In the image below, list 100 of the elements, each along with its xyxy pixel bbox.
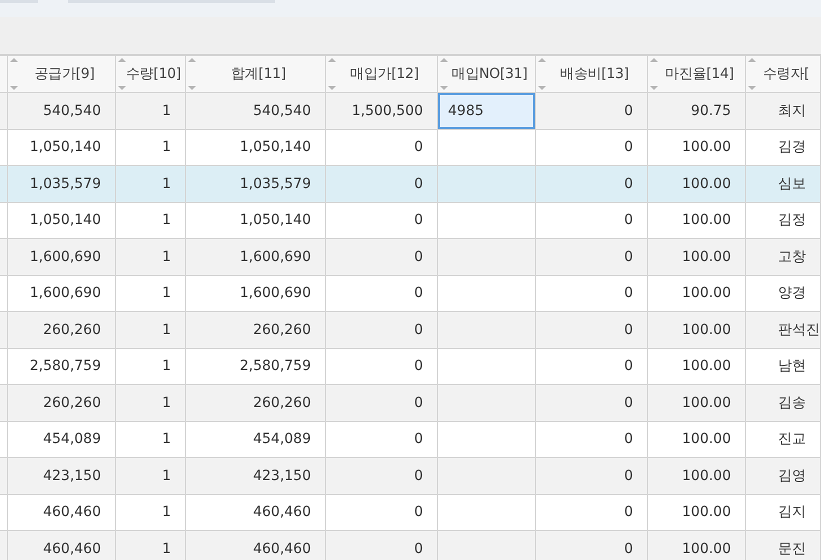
table-cell: 김지 <box>746 494 821 530</box>
table-cell: 0 <box>536 458 648 494</box>
table-row[interactable]: 260,260 1 260,260 0 0 100.00 김송 <box>0 385 821 422</box>
table-cell: 김경 <box>746 130 821 165</box>
table-cell: 2,580,759 <box>186 348 326 384</box>
table-cell: 1,600,690 <box>186 239 326 274</box>
table-cell: 1,050,140 <box>186 202 326 238</box>
table-cell: 0 <box>326 166 438 202</box>
table-cell: 0 <box>536 93 648 128</box>
table-cell: 260,260 <box>186 312 326 348</box>
table-row[interactable]: 423,150 1 423,150 0 0 100.00 김영 <box>0 458 821 494</box>
table-cell: 0 <box>326 348 438 384</box>
sort-arrows-icon[interactable] <box>118 57 126 91</box>
table-row[interactable]: 454,089 1 454,089 0 0 100.00 진교 <box>0 422 821 458</box>
table-cell: 1 <box>116 130 186 165</box>
table-cell: 진교 <box>746 422 821 457</box>
table-cell: 0 <box>326 312 438 348</box>
column-header[interactable]: 공급가[9] <box>8 56 116 92</box>
table-cell: 100.00 <box>648 276 746 311</box>
table-cell: 1,050,140 <box>8 202 116 238</box>
table-cell: 100.00 <box>648 531 746 560</box>
table-cell: 0 <box>326 494 438 530</box>
table-cell: 540,540 <box>186 93 326 128</box>
sort-arrows-icon[interactable] <box>328 57 336 91</box>
table-cell: 판석진 <box>746 312 821 348</box>
table-cell: 0 <box>536 531 648 560</box>
table-cell: 1 <box>116 458 186 494</box>
table-cell: 1 <box>116 422 186 457</box>
table-cell: 양경 <box>746 276 821 311</box>
table-cell: 260,260 <box>8 312 116 348</box>
sort-arrows-icon[interactable] <box>188 57 196 91</box>
table-cell: 100.00 <box>648 348 746 384</box>
table-cell: 0 <box>536 239 648 274</box>
table-row[interactable]: 2,580,759 1 2,580,759 0 0 100.00 남현 <box>0 348 821 385</box>
table-row[interactable]: 1,050,140 1 1,050,140 0 0 100.00 김경 <box>0 130 821 166</box>
table-cell: 심보 <box>746 166 821 202</box>
table-row[interactable]: 1,050,140 1 1,050,140 0 0 100.00 김정 <box>0 202 821 239</box>
table-cell: 1,600,690 <box>186 276 326 311</box>
column-header[interactable]: 매입NO[31] <box>438 56 536 92</box>
table-cell: 100.00 <box>648 239 746 274</box>
table-row[interactable]: 1,600,690 1 1,600,690 0 0 100.00 고창 <box>0 239 821 276</box>
table-cell: 0 <box>326 202 438 238</box>
table-cell: 0 <box>536 166 648 202</box>
table-cell: 1,050,140 <box>8 130 116 165</box>
table-cell: 100.00 <box>648 166 746 202</box>
table-row[interactable]: 260,260 1 260,260 0 0 100.00 판석진 <box>0 312 821 348</box>
sort-arrows-icon[interactable] <box>10 57 18 91</box>
table-cell: 423,150 <box>8 458 116 494</box>
table-cell: 0 <box>326 276 438 311</box>
sort-arrows-icon[interactable] <box>538 57 546 91</box>
table-cell: 100.00 <box>648 422 746 457</box>
table-row[interactable]: 460,460 1 460,460 0 0 100.00 문진 <box>0 531 821 560</box>
table-cell: 1 <box>116 93 186 128</box>
table-cell: 1,600,690 <box>8 239 116 274</box>
column-header[interactable]: 수령자[ <box>746 56 821 92</box>
table-cell: 최지 <box>746 93 821 128</box>
table-cell: 460,460 <box>8 494 116 530</box>
column-header[interactable]: 매입가[12] <box>326 56 438 92</box>
table-cell: 김정 <box>746 202 821 238</box>
table-cell: 1 <box>116 166 186 202</box>
table-cell: 1 <box>116 348 186 384</box>
active-cell: 4985 <box>438 93 536 128</box>
table-cell: 1 <box>116 531 186 560</box>
sort-arrows-icon[interactable] <box>650 57 658 91</box>
table-cell: 0 <box>536 348 648 384</box>
sort-arrows-icon[interactable] <box>748 57 756 91</box>
table-cell: 0 <box>326 422 438 457</box>
column-header[interactable]: 수량[10] <box>116 56 186 92</box>
table-cell: 460,460 <box>8 531 116 560</box>
table-cell: 540,540 <box>8 93 116 128</box>
column-header[interactable]: 마진율[14] <box>648 56 746 92</box>
table-cell: 460,460 <box>186 531 326 560</box>
column-header[interactable]: 합계[11] <box>186 56 326 92</box>
table-row[interactable]: 460,460 1 460,460 0 0 100.00 김지 <box>0 494 821 531</box>
table-cell: 1,035,579 <box>186 166 326 202</box>
table-cell: 김영 <box>746 458 821 494</box>
column-header[interactable]: 배송비[13] <box>536 56 648 92</box>
table-row[interactable]: 1,600,690 1 1,600,690 0 0 100.00 양경 <box>0 276 821 312</box>
table-cell: 100.00 <box>648 130 746 165</box>
sort-arrows-icon[interactable] <box>440 57 448 91</box>
table-cell: 100.00 <box>648 312 746 348</box>
table-cell: 460,460 <box>186 494 326 530</box>
table-cell: 100.00 <box>648 385 746 420</box>
table-cell: 2,580,759 <box>8 348 116 384</box>
table-cell: 1 <box>116 312 186 348</box>
table-cell: 0 <box>536 130 648 165</box>
table-row[interactable]: 1,035,579 1 1,035,579 0 0 100.00 심보 <box>0 166 821 202</box>
table-cell: 1 <box>116 276 186 311</box>
table-row[interactable]: 540,540 1 540,540 1,500,500 4985 0 90.75 최지 <box>0 93 821 130</box>
table-cell: 423,150 <box>186 458 326 494</box>
table-cell: 0 <box>326 385 438 420</box>
table-cell: 1 <box>116 385 186 420</box>
table-cell: 1 <box>116 239 186 274</box>
table-cell: 1,035,579 <box>8 166 116 202</box>
table-cell: 454,089 <box>8 422 116 457</box>
table-cell: 100.00 <box>648 202 746 238</box>
table-cell: 100.00 <box>648 458 746 494</box>
table-cell: 454,089 <box>186 422 326 457</box>
table-cell: 0 <box>326 458 438 494</box>
table-cell: 1,050,140 <box>186 130 326 165</box>
